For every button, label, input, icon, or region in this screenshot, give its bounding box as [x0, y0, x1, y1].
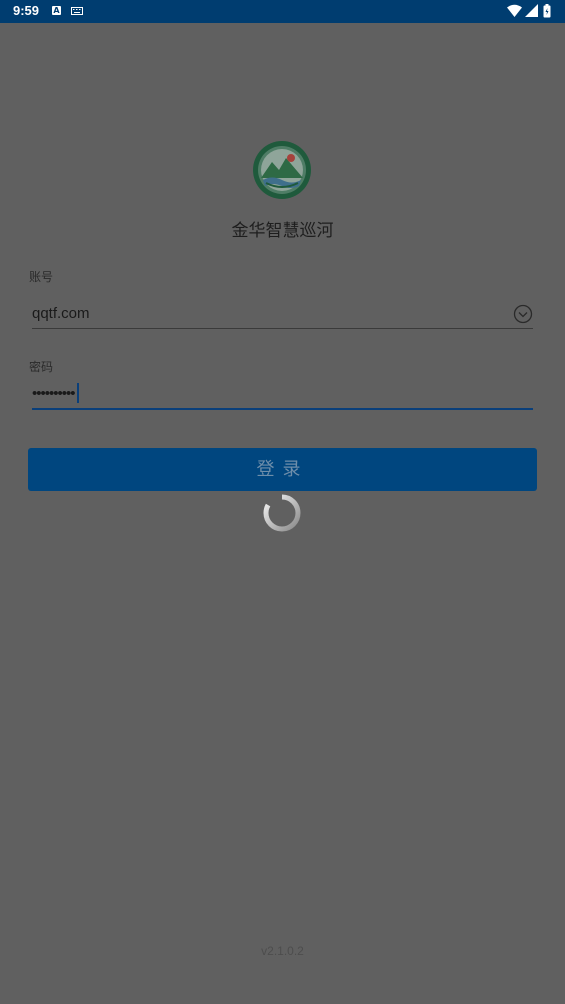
- battery-icon: [543, 4, 551, 18]
- password-masked-text: ••••••••••: [32, 384, 76, 402]
- keyboard-icon: [71, 7, 83, 15]
- login-button[interactable]: 登录: [28, 448, 537, 491]
- text-cursor: [76, 383, 79, 403]
- chevron-down-icon[interactable]: [513, 304, 533, 324]
- password-label: 密码: [29, 360, 54, 374]
- version-label: v2.1.0.2: [261, 944, 304, 958]
- account-input-value[interactable]: qqtf.com: [32, 305, 90, 322]
- account-field[interactable]: qqtf.com: [32, 302, 533, 329]
- app-logo-icon: [253, 141, 311, 199]
- status-bar: 9:59 A: [0, 0, 565, 23]
- loading-spinner-icon: [263, 493, 301, 532]
- a-icon: A: [52, 6, 61, 15]
- account-label: 账号: [29, 270, 54, 284]
- signal-icon: [525, 4, 538, 17]
- wifi-icon: [507, 4, 522, 17]
- app-title: 金华智慧巡河: [231, 221, 334, 241]
- password-field[interactable]: ••••••••••: [32, 382, 533, 410]
- status-time: 9:59: [13, 3, 40, 18]
- password-input-value[interactable]: ••••••••••: [32, 383, 79, 404]
